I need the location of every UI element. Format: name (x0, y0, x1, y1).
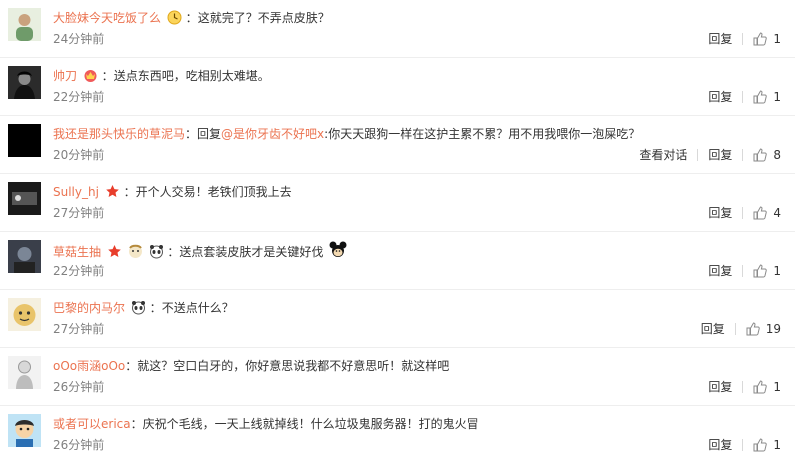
divider (742, 381, 744, 393)
avatar[interactable] (8, 356, 41, 389)
reply-button[interactable]: 回复 (708, 147, 732, 163)
view-conversation-button[interactable]: 查看对话 (639, 147, 687, 163)
thumbs-up-icon (753, 90, 768, 104)
like-button[interactable]: 1 (753, 379, 781, 395)
avatar[interactable] (8, 124, 41, 157)
thumbs-up-icon (753, 438, 768, 452)
like-button[interactable]: 1 (753, 89, 781, 105)
reply-button[interactable]: 回复 (708, 263, 732, 279)
crown-icon (83, 68, 98, 83)
like-count: 1 (773, 264, 781, 278)
username[interactable]: oOo雨涵oOo (53, 359, 125, 373)
divider (742, 439, 744, 451)
like-button[interactable]: 19 (746, 321, 781, 337)
avatar[interactable] (8, 66, 41, 99)
username[interactable]: 草菇生抽 (53, 245, 101, 259)
comment-text: 开个人交易！老铁们顶我上去 (135, 185, 292, 199)
star-icon (107, 244, 122, 259)
clock-icon (167, 10, 182, 25)
avatar[interactable] (8, 8, 41, 41)
star-icon (105, 184, 120, 199)
comment-item: oOo雨涵oOo：就这？空口白牙的，你好意思说我都不好意思听！就这样吧 26分钟… (0, 348, 795, 406)
like-count: 19 (765, 322, 781, 336)
panda-icon (131, 300, 146, 315)
comment-time: 26分钟前 (53, 380, 105, 394)
thumbs-up-icon (753, 148, 768, 162)
comment-time: 22分钟前 (53, 90, 105, 104)
like-count: 1 (773, 90, 781, 104)
divider (742, 265, 744, 277)
thumbs-up-icon (753, 32, 768, 46)
comment-time: 26分钟前 (53, 438, 105, 452)
username[interactable]: 帅刀 (53, 69, 77, 83)
reply-button[interactable]: 回复 (708, 89, 732, 105)
like-button[interactable]: 4 (753, 205, 781, 221)
like-count: 1 (773, 380, 781, 394)
divider (697, 149, 699, 161)
comment-list: 大脸妹今天吃饭了么 ：这就完了？不弄点皮肤？ 24分钟前 回复 1 帅刀 ：送点… (0, 0, 795, 459)
reply-button[interactable]: 回复 (701, 321, 725, 337)
thumbs-up-icon (753, 206, 768, 220)
comment-item: 或者可以erica：庆祝个毛线，一天上线就掉线！什么垃圾鬼服务器！打的鬼火冒 2… (0, 406, 795, 464)
like-button[interactable]: 1 (753, 437, 781, 453)
divider (742, 149, 744, 161)
comment-time: 27分钟前 (53, 322, 105, 336)
comment-item: 巴黎的内马尔 ：不送点什么？ 27分钟前 回复 19 (0, 290, 795, 348)
like-button[interactable]: 1 (753, 263, 781, 279)
username[interactable]: 或者可以erica (53, 417, 131, 431)
comment-time: 27分钟前 (53, 206, 105, 220)
comment-item: 帅刀 ：送点东西吧，吃相别太难堪。 22分钟前 回复 1 (0, 58, 795, 116)
comment-time: 20分钟前 (53, 148, 105, 162)
like-count: 1 (773, 438, 781, 452)
like-count: 8 (773, 148, 781, 162)
mouse-face-icon (329, 241, 347, 259)
reply-prefix: 回复 (197, 127, 222, 141)
mention-link[interactable]: @是你牙齿不好吧x (221, 127, 324, 141)
comment-item: 我还是那头快乐的草泥马：回复@是你牙齿不好吧x:你天天跟狗一样在这护主累不累？用… (0, 116, 795, 174)
comment-time: 24分钟前 (53, 32, 105, 46)
sheep-icon (128, 244, 143, 259)
reply-button[interactable]: 回复 (708, 437, 732, 453)
thumbs-up-icon (746, 322, 760, 336)
comment-text: 送点套装皮肤才是关键好伐 (179, 245, 324, 259)
comment-text: 这就完了？不弄点皮肤？ (197, 11, 330, 25)
panda-icon (149, 244, 164, 259)
avatar[interactable] (8, 182, 41, 215)
username[interactable]: 我还是那头快乐的草泥马 (53, 127, 185, 141)
avatar[interactable] (8, 298, 41, 331)
thumbs-up-icon (753, 264, 768, 278)
avatar[interactable] (8, 240, 41, 273)
reply-button[interactable]: 回复 (708, 31, 732, 47)
comment-text: 不送点什么？ (161, 301, 234, 315)
reply-button[interactable]: 回复 (708, 379, 732, 395)
comment-item: 草菇生抽 ：送点套装皮肤才是关键好伐 22分钟前 回复 1 (0, 232, 795, 290)
comment-text: 就这？空口白牙的，你好意思说我都不好意思听！就这样吧 (137, 359, 450, 373)
like-button[interactable]: 8 (753, 147, 781, 163)
thumbs-up-icon (753, 380, 768, 394)
divider (742, 33, 744, 45)
avatar[interactable] (8, 414, 41, 447)
like-count: 4 (773, 206, 781, 220)
comment-time: 22分钟前 (53, 264, 105, 278)
divider (742, 91, 744, 103)
like-button[interactable]: 1 (753, 31, 781, 47)
divider (742, 207, 744, 219)
comment-text: 庆祝个毛线，一天上线就掉线！什么垃圾鬼服务器！打的鬼火冒 (142, 417, 479, 431)
like-count: 1 (773, 32, 781, 46)
divider (734, 323, 736, 335)
comment-text: 送点东西吧，吃相别太难堪。 (113, 69, 270, 83)
username[interactable]: Sully_hj (53, 185, 99, 199)
comment-text: 你天天跟狗一样在这护主累不累？用不用我喂你一泡屎吃？ (328, 127, 641, 141)
username[interactable]: 大脸妹今天吃饭了么 (53, 11, 161, 25)
comment-item: Sully_hj ：开个人交易！老铁们顶我上去 27分钟前 回复 4 (0, 174, 795, 232)
comment-item: 大脸妹今天吃饭了么 ：这就完了？不弄点皮肤？ 24分钟前 回复 1 (0, 0, 795, 58)
username[interactable]: 巴黎的内马尔 (53, 301, 125, 315)
reply-button[interactable]: 回复 (708, 205, 732, 221)
